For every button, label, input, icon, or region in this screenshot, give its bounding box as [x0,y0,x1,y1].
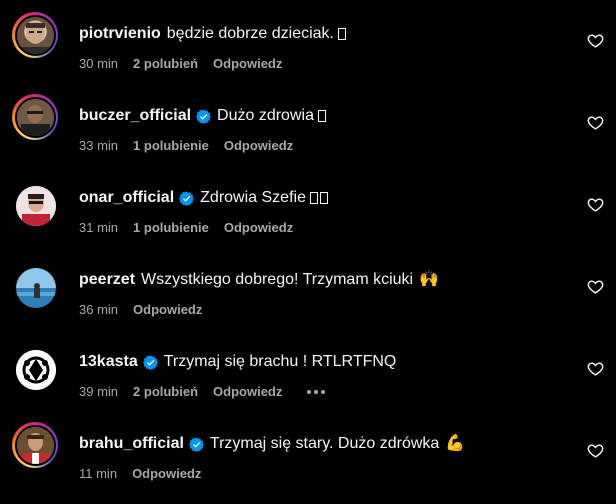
comment-time: 11 min [79,466,118,481]
comment-username[interactable]: peerzet [79,270,135,290]
comment-text: Zdrowia Szefie [200,189,306,206]
comment-likes-count[interactable]: 2 polubień [133,384,198,400]
reply-button[interactable]: Odpowiedz [213,384,282,400]
comment-item: peerzet Wszystkiego dobrego! Trzymam kci… [0,246,616,328]
comment-item: buczer_official Dużo zdrowia 33 min 1 po… [0,82,616,164]
comment-username[interactable]: piotrvienio [79,24,161,44]
comment-likes-count[interactable]: 2 polubień [133,56,198,72]
emoji-placeholder-glyph [338,28,346,40]
emoji-placeholder-glyph [319,192,328,204]
comment-text: Trzymaj się brachu ! RTLRTFNQ [163,353,397,370]
verified-badge-icon [196,108,212,124]
comment-text: Wszystkiego dobrego! Trzymam kciuki [141,271,414,288]
heart-outline-icon[interactable] [587,32,604,49]
emoji-placeholder-glyph [309,192,318,204]
emoji-placeholder-glyph [317,110,326,122]
reply-button[interactable]: Odpowiedz [224,138,293,154]
comment-username[interactable]: 13kasta [79,352,138,372]
heart-outline-icon[interactable] [587,196,604,213]
heart-outline-icon[interactable] [587,360,604,377]
avatar[interactable] [12,422,58,468]
raised-hands-emoji: 🙌 [419,271,440,288]
avatar-photo [16,98,54,136]
avatar[interactable] [12,12,58,58]
comment-time: 31 min [79,220,119,235]
comment-item: onar_official Zdrowia Szefie 31 min 1 po… [0,164,616,246]
avatar[interactable] [16,350,56,390]
comment-username[interactable]: brahu_official [79,434,184,454]
comment-time: 36 min [79,302,119,317]
comment-likes-count[interactable]: 1 polubienie [133,220,209,236]
comment-text: będzie dobrze dzieciak. [166,25,334,42]
avatar[interactable] [16,186,56,226]
comment-time: 30 min [79,56,119,71]
avatar[interactable] [16,268,56,308]
heart-outline-icon[interactable] [587,442,604,459]
heart-outline-icon[interactable] [587,114,604,131]
avatar-photo [16,426,54,464]
verified-badge-icon [179,190,195,206]
comment-username[interactable]: buczer_official [79,106,191,126]
comment-username[interactable]: onar_official [79,188,174,208]
comment-time: 39 min [79,384,119,399]
avatar-photo [16,268,56,308]
reply-button[interactable]: Odpowiedz [213,56,282,72]
verified-badge-icon [188,436,204,452]
heart-outline-icon[interactable] [587,278,604,295]
avatar-photo [16,186,56,226]
reply-button[interactable]: Odpowiedz [133,302,202,318]
comment-text: Dużo zdrowia [217,107,314,124]
verified-badge-icon [142,354,158,370]
avatar-photo [16,21,54,54]
comment-likes-count[interactable]: 1 polubienie [133,138,209,154]
comment-item: piotrvienio będzie dobrze dzieciak. 30 m… [0,0,616,82]
reply-button[interactable]: Odpowiedz [132,466,201,482]
reply-button[interactable]: Odpowiedz [224,220,293,236]
avatar[interactable] [12,94,58,140]
flexed-biceps-emoji: 💪 [445,435,466,452]
comment-time: 33 min [79,138,119,153]
avatar-logo [16,350,56,390]
comment-text: Trzymaj się stary. Dużo zdrówka [209,435,440,452]
more-options-icon[interactable] [307,390,326,394]
comment-item: 13kasta Trzymaj się brachu ! RTLRTFNQ 39… [0,328,616,410]
comment-item: brahu_official Trzymaj się stary. Dużo z… [0,410,616,492]
